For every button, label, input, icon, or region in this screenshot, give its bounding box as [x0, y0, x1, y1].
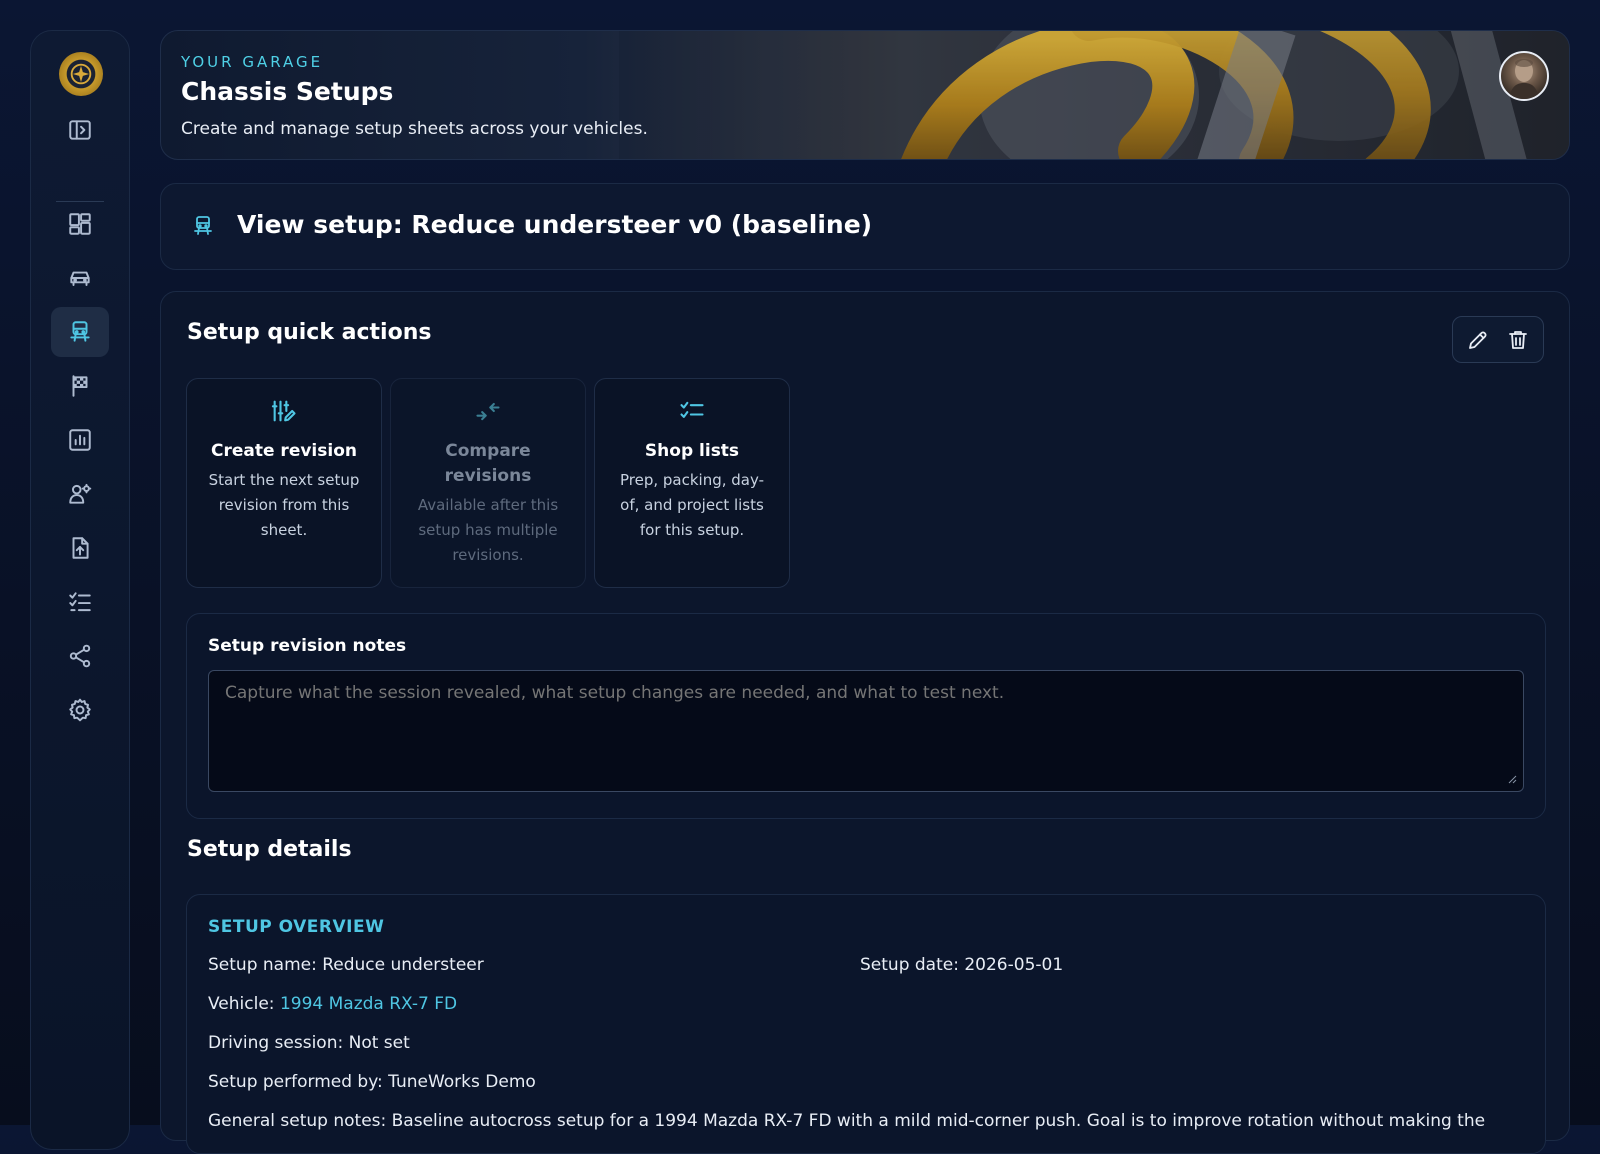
checklist-icon[interactable]: [51, 577, 109, 627]
chassis-setup-icon[interactable]: [51, 307, 109, 357]
page-title: Chassis Setups: [181, 77, 394, 106]
shop-lists-title: Shop lists: [644, 441, 740, 461]
race-flag-icon[interactable]: [51, 361, 109, 411]
vehicle-link[interactable]: 1994 Mazda RX-7 FD: [280, 994, 457, 1014]
sidebar: [30, 30, 130, 1150]
setup-overview-card: SETUP OVERVIEW Setup name: Reduce unders…: [186, 894, 1546, 1154]
compare-revisions-title: Compare revisions: [444, 441, 532, 486]
view-setup-title: View setup: Reduce understeer v0 (baseli…: [237, 210, 873, 239]
general-setup-notes: General setup notes: Baseline autocross …: [208, 1111, 1486, 1131]
revision-notes-textarea[interactable]: [208, 670, 1524, 792]
setup-main-card: Setup quick actions Create revision Star…: [160, 291, 1570, 1154]
setup-action-buttons: [1452, 316, 1544, 363]
chassis-setup-icon: [191, 214, 215, 238]
settings-gear-icon[interactable]: [51, 685, 109, 735]
driving-session: Driving session: Not set: [208, 1033, 410, 1053]
performed-by: Setup performed by: TuneWorks Demo: [208, 1072, 536, 1092]
vehicle-label: Vehicle:: [208, 994, 280, 1014]
reports-chart-icon[interactable]: [51, 415, 109, 465]
dashboard-icon[interactable]: [51, 199, 109, 249]
view-setup-card: View setup: Reduce understeer v0 (baseli…: [160, 183, 1570, 270]
setup-name: Setup name: Reduce understeer: [208, 955, 484, 975]
quick-actions-title: Setup quick actions: [187, 320, 432, 345]
create-revision-card[interactable]: Create revision Start the next setup rev…: [186, 378, 382, 588]
user-avatar[interactable]: [1499, 51, 1549, 101]
setup-details-title: Setup details: [187, 837, 352, 862]
compare-revisions-card: Compare revisions Available after this s…: [390, 378, 586, 588]
delete-trash-icon[interactable]: [1503, 325, 1533, 355]
create-revision-title: Create revision: [211, 441, 357, 461]
app-logo-icon[interactable]: [59, 52, 103, 96]
setup-overview-heading: SETUP OVERVIEW: [208, 917, 385, 937]
team-settings-icon[interactable]: [51, 469, 109, 519]
setup-date: Setup date: 2026-05-01: [860, 955, 1064, 975]
share-icon[interactable]: [51, 631, 109, 681]
vehicle-row: Vehicle: 1994 Mazda RX-7 FD: [208, 994, 457, 1014]
revision-notes-label: Setup revision notes: [208, 636, 407, 656]
revision-notes-card: Setup revision notes: [186, 613, 1546, 819]
shop-lists-description: Prep, packing, day-of, and project lists…: [619, 471, 765, 539]
compare-arrows-icon: [474, 397, 502, 425]
checklist-icon: [678, 397, 706, 425]
page-header-banner: YOUR GARAGE Chassis Setups Create and ma…: [160, 30, 1570, 160]
sidebar-toggle-icon[interactable]: [51, 105, 109, 155]
create-revision-description: Start the next setup revision from this …: [208, 471, 360, 539]
suspension-coil-illustration: [619, 31, 1569, 159]
shop-lists-card[interactable]: Shop lists Prep, packing, day-of, and pr…: [594, 378, 790, 588]
resize-handle-icon[interactable]: [1507, 774, 1517, 784]
compare-revisions-description: Available after this setup has multiple …: [417, 496, 559, 564]
file-upload-icon[interactable]: [51, 523, 109, 573]
page-eyebrow: YOUR GARAGE: [181, 53, 324, 71]
page-subtitle: Create and manage setup sheets across yo…: [181, 119, 648, 139]
car-icon[interactable]: [51, 253, 109, 303]
sliders-pencil-icon: [270, 397, 298, 425]
edit-pencil-icon[interactable]: [1463, 325, 1493, 355]
